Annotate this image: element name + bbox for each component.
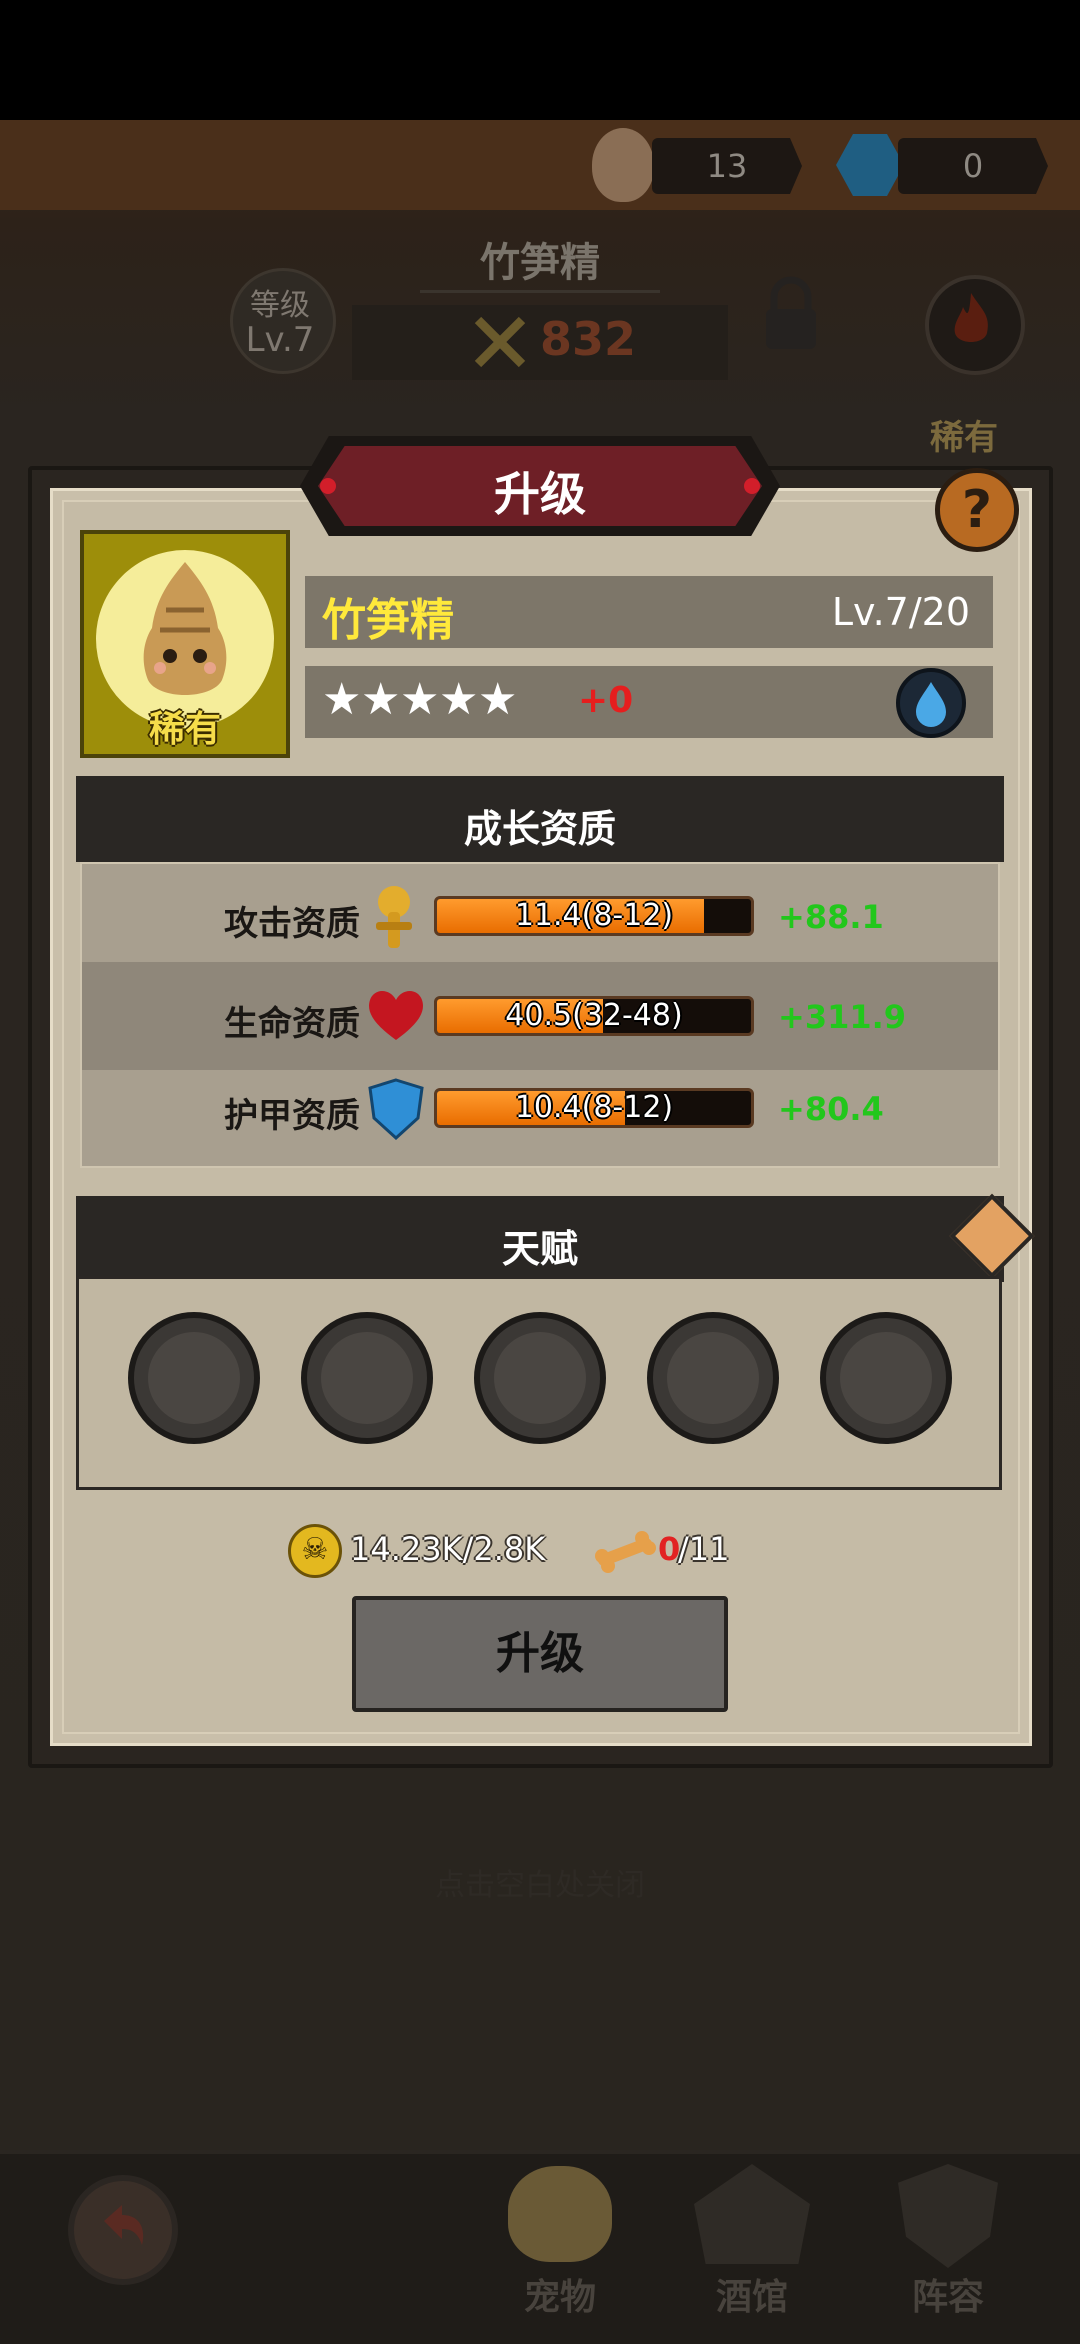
star-icon-2: ★ (361, 674, 401, 725)
nav-tab-lineup[interactable]: 阵容 (868, 2158, 1028, 2338)
dialog-title: 升级 (494, 467, 586, 521)
nav-tab-pets[interactable]: 宠物 (480, 2158, 640, 2338)
bone-required: /11 (678, 1530, 730, 1568)
health-stat-value: 40.5(32-48) (505, 998, 683, 1033)
fire-element-icon[interactable] (925, 275, 1025, 375)
nav-tab-tavern[interactable]: 酒馆 (672, 2158, 832, 2338)
tavern-icon (694, 2164, 810, 2264)
pet-level: Lv.7/20 (831, 590, 970, 634)
gem-counter: 0 (898, 138, 1048, 194)
rarity-label: 稀有 (930, 418, 998, 458)
armor-stat-label: 护甲资质 (224, 1096, 360, 1136)
health-stat-bonus: +311.9 (778, 998, 907, 1036)
star-icon-5: ★ (478, 674, 518, 725)
lock-icon (840, 1332, 932, 1424)
lock-icon[interactable] (760, 275, 822, 355)
help-button[interactable]: ? (935, 468, 1019, 552)
name-divider (420, 290, 660, 293)
question-icon: ? (961, 480, 993, 540)
armor-stat-bonus: +80.4 (778, 1090, 884, 1128)
talent-slot-1[interactable] (128, 1312, 260, 1444)
power-value: 832 (540, 312, 637, 366)
star-bonus: +0 (578, 680, 634, 721)
sword-icon (372, 882, 416, 952)
nav-label-tavern: 酒馆 (715, 2277, 788, 2318)
talent-slot-5[interactable] (820, 1312, 952, 1444)
armor-stat-value: 10.4(8-12) (514, 1090, 674, 1125)
level-value: Lv.7 (245, 320, 315, 360)
talent-title: 天赋 (501, 1227, 578, 1271)
talent-slot-3[interactable] (474, 1312, 606, 1444)
egg-counter: 13 (652, 138, 802, 194)
talent-slot-2[interactable] (301, 1312, 433, 1444)
egg-icon (592, 128, 654, 202)
gold-cost: 14.23K/2.8K (350, 1530, 546, 1568)
bone-icon (594, 1530, 656, 1574)
heart-icon (364, 982, 428, 1046)
nav-label-pets: 宠物 (523, 2277, 596, 2318)
lock-icon (494, 1332, 586, 1424)
egg-count: 13 (706, 147, 748, 185)
level-label: 等级 (250, 288, 310, 323)
gem-count: 0 (962, 147, 984, 185)
pet-name-header: 竹笋精 (480, 240, 600, 286)
pet-rarity: 稀有 (148, 709, 221, 750)
close-hint[interactable]: 点击空白处关闭 (0, 1860, 1080, 1904)
water-drop-icon[interactable] (896, 668, 966, 738)
crossed-swords-icon (470, 312, 530, 372)
star-icon-4: ★ (439, 674, 479, 725)
pet-name: 竹笋精 (322, 595, 454, 646)
bone-owned: 0 (658, 1530, 681, 1568)
lock-icon (667, 1332, 759, 1424)
upgrade-button[interactable]: 升级 (352, 1596, 728, 1712)
attack-stat-value: 11.4(8-12) (514, 898, 674, 933)
cat-icon (508, 2166, 612, 2262)
lineup-shield-icon (898, 2164, 998, 2268)
skull-coin-icon: ☠ (288, 1524, 342, 1578)
back-button[interactable] (68, 2175, 178, 2285)
attack-stat-label: 攻击资质 (224, 904, 360, 944)
health-stat-label: 生命资质 (224, 1004, 360, 1044)
shield-icon (368, 1078, 424, 1141)
star-icon-1: ★ (322, 674, 362, 725)
lock-icon (321, 1332, 413, 1424)
lock-icon (148, 1332, 240, 1424)
growth-title: 成长资质 (463, 807, 616, 851)
talent-slot-4[interactable] (647, 1312, 779, 1444)
nav-label-lineup: 阵容 (911, 2277, 984, 2318)
star-icon-3: ★ (400, 674, 440, 725)
attack-stat-bonus: +88.1 (778, 898, 884, 936)
back-arrow-icon (104, 2205, 144, 2245)
